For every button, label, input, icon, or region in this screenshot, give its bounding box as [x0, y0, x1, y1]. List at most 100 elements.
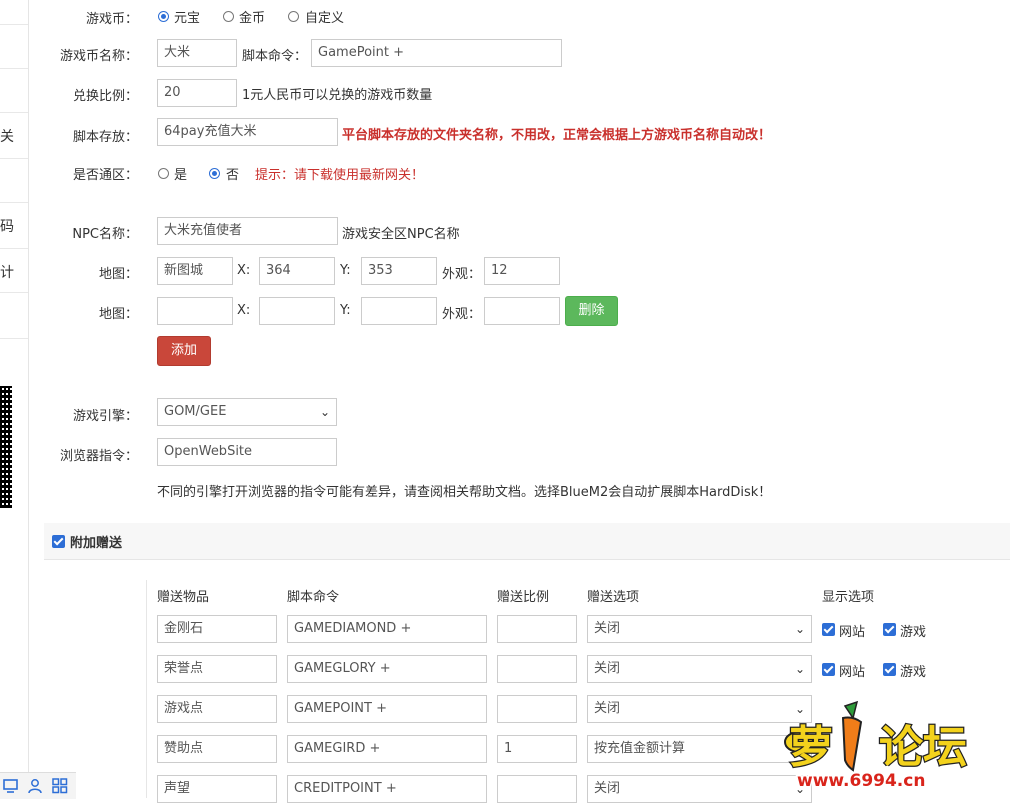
header-script: 脚本命令	[287, 590, 340, 605]
browser-label: 浏览器指令：	[59, 449, 138, 464]
sidebar-item[interactable]: 关	[0, 126, 14, 146]
map-input[interactable]: 新图城	[157, 257, 233, 285]
x-input[interactable]	[259, 297, 335, 325]
script-store-input[interactable]: 64pay充值大米	[157, 118, 338, 146]
add-button[interactable]: 添加	[157, 336, 211, 366]
browser-note: 不同的引擎打开浏览器的指令可能有差异，请查阅相关帮助文档。选择BlueM2会自动…	[157, 485, 772, 500]
currency-option-label: 元宝	[174, 11, 201, 26]
y-label: Y:	[340, 263, 351, 278]
look-label: 外观：	[442, 307, 482, 322]
bonus-item-input[interactable]: 赞助点	[157, 735, 277, 763]
bonus-option-value: 关闭	[594, 621, 621, 636]
browser-input[interactable]: OpenWebSite	[157, 438, 337, 466]
npc-name-hint: 游戏安全区NPC名称	[342, 227, 460, 242]
currency-radio-gold[interactable]	[223, 11, 234, 22]
svg-text:www.6994.cn: www.6994.cn	[797, 771, 925, 791]
bonus-ratio-input[interactable]	[497, 695, 577, 723]
universal-radio-yes[interactable]	[158, 168, 169, 179]
bonus-script-input[interactable]: CREDITPOINT +	[287, 775, 487, 803]
universal-tip: 提示：请下载使用最新网关！	[255, 168, 425, 183]
display-site-checkbox[interactable]	[822, 623, 835, 636]
bonus-option-value: 关闭	[594, 781, 621, 796]
engine-label: 游戏引擎：	[72, 409, 138, 424]
bonus-script-input[interactable]: GAMEDIAMOND +	[287, 615, 487, 643]
sidebar-item[interactable]: 计	[0, 262, 14, 282]
header-display: 显示选项	[822, 590, 875, 605]
display-game-label: 游戏	[900, 625, 927, 640]
universal-label: 是否通区：	[72, 168, 138, 183]
bonus-option-value: 关闭	[594, 661, 621, 676]
y-input[interactable]	[361, 297, 437, 325]
map-label: 地图：	[98, 307, 138, 322]
bonus-ratio-input[interactable]	[497, 775, 577, 803]
header-option: 赠送选项	[587, 590, 640, 605]
bonus-item-input[interactable]: 金刚石	[157, 615, 277, 643]
engine-select-value: GOM/GEE	[164, 404, 227, 419]
look-label: 外观：	[442, 267, 482, 282]
display-game-checkbox[interactable]	[883, 663, 896, 676]
currency-label: 游戏币：	[85, 12, 138, 27]
chevron-down-icon: ⌄	[794, 622, 805, 636]
grid-icon[interactable]	[52, 778, 68, 794]
universal-radio-no[interactable]	[209, 168, 220, 179]
display-game-label: 游戏	[900, 665, 927, 680]
bonus-item-input[interactable]: 游戏点	[157, 695, 277, 723]
look-input[interactable]	[484, 297, 560, 325]
user-icon[interactable]	[27, 778, 43, 794]
sidebar-item[interactable]: 码	[0, 216, 14, 236]
y-input[interactable]: 353	[361, 257, 437, 285]
bonus-checkbox[interactable]	[52, 535, 65, 548]
map-label: 地图：	[98, 267, 138, 282]
display-site-label: 网站	[839, 625, 866, 640]
engine-select[interactable]: GOM/GEE ⌄	[157, 398, 337, 426]
x-label: X:	[237, 263, 251, 278]
chevron-down-icon: ⌄	[794, 662, 805, 676]
script-command-input[interactable]: GamePoint +	[311, 39, 562, 67]
currency-name-label: 游戏币名称：	[59, 49, 138, 64]
bonus-ratio-input[interactable]: 1	[497, 735, 577, 763]
qr-code	[0, 386, 12, 508]
y-label: Y:	[340, 303, 351, 318]
screen-icon[interactable]	[3, 778, 19, 794]
look-input[interactable]: 12	[484, 257, 560, 285]
watermark-logo: 萝 论坛 www.6994.cn	[775, 700, 1007, 796]
bonus-option-select[interactable]: 关闭 ⌄	[587, 655, 812, 683]
npc-name-input[interactable]: 大米充值使者	[157, 217, 338, 245]
display-game-checkbox[interactable]	[883, 623, 896, 636]
script-store-hint: 平台脚本存放的文件夹名称，不用改，正常会根据上方游戏币名称自动改！	[342, 128, 772, 143]
x-label: X:	[237, 303, 251, 318]
universal-yes-label: 是	[174, 168, 188, 183]
bonus-script-input[interactable]: GAMEPOINT +	[287, 695, 487, 723]
bonus-item-input[interactable]: 声望	[157, 775, 277, 803]
chevron-down-icon: ⌄	[319, 405, 330, 419]
bonus-section-label: 附加赠送	[70, 536, 123, 551]
currency-option-label: 金币	[239, 11, 266, 26]
ratio-label: 兑换比例：	[72, 89, 138, 104]
header-item: 赠送物品	[157, 590, 210, 605]
delete-button[interactable]: 删除	[565, 296, 618, 326]
bonus-ratio-input[interactable]	[497, 655, 577, 683]
x-input[interactable]: 364	[259, 257, 335, 285]
bonus-item-input[interactable]: 荣誉点	[157, 655, 277, 683]
svg-text:萝 论坛: 萝 论坛	[789, 722, 967, 773]
map-input[interactable]	[157, 297, 233, 325]
bonus-script-input[interactable]: GAMEGIRD +	[287, 735, 487, 763]
currency-radio-custom[interactable]	[288, 11, 299, 22]
display-site-checkbox[interactable]	[822, 663, 835, 676]
currency-radio-yuanbao[interactable]	[158, 11, 169, 22]
bonus-script-input[interactable]: GAMEGLORY +	[287, 655, 487, 683]
bonus-option-value: 按充值金额计算	[594, 741, 686, 756]
ratio-input[interactable]: 20	[157, 79, 237, 107]
script-store-label: 脚本存放：	[72, 130, 138, 145]
currency-option-label: 自定义	[305, 11, 345, 26]
bonus-option-value: 关闭	[594, 701, 621, 716]
bonus-ratio-input[interactable]	[497, 615, 577, 643]
bottom-toolbar	[0, 772, 76, 799]
display-site-label: 网站	[839, 665, 866, 680]
script-command-label: 脚本命令：	[242, 49, 308, 64]
header-ratio: 赠送比例	[497, 590, 550, 605]
currency-name-input[interactable]: 大米	[157, 39, 237, 67]
bonus-option-select[interactable]: 关闭 ⌄	[587, 615, 812, 643]
universal-no-label: 否	[226, 168, 240, 183]
bonus-section-header	[44, 523, 1010, 560]
